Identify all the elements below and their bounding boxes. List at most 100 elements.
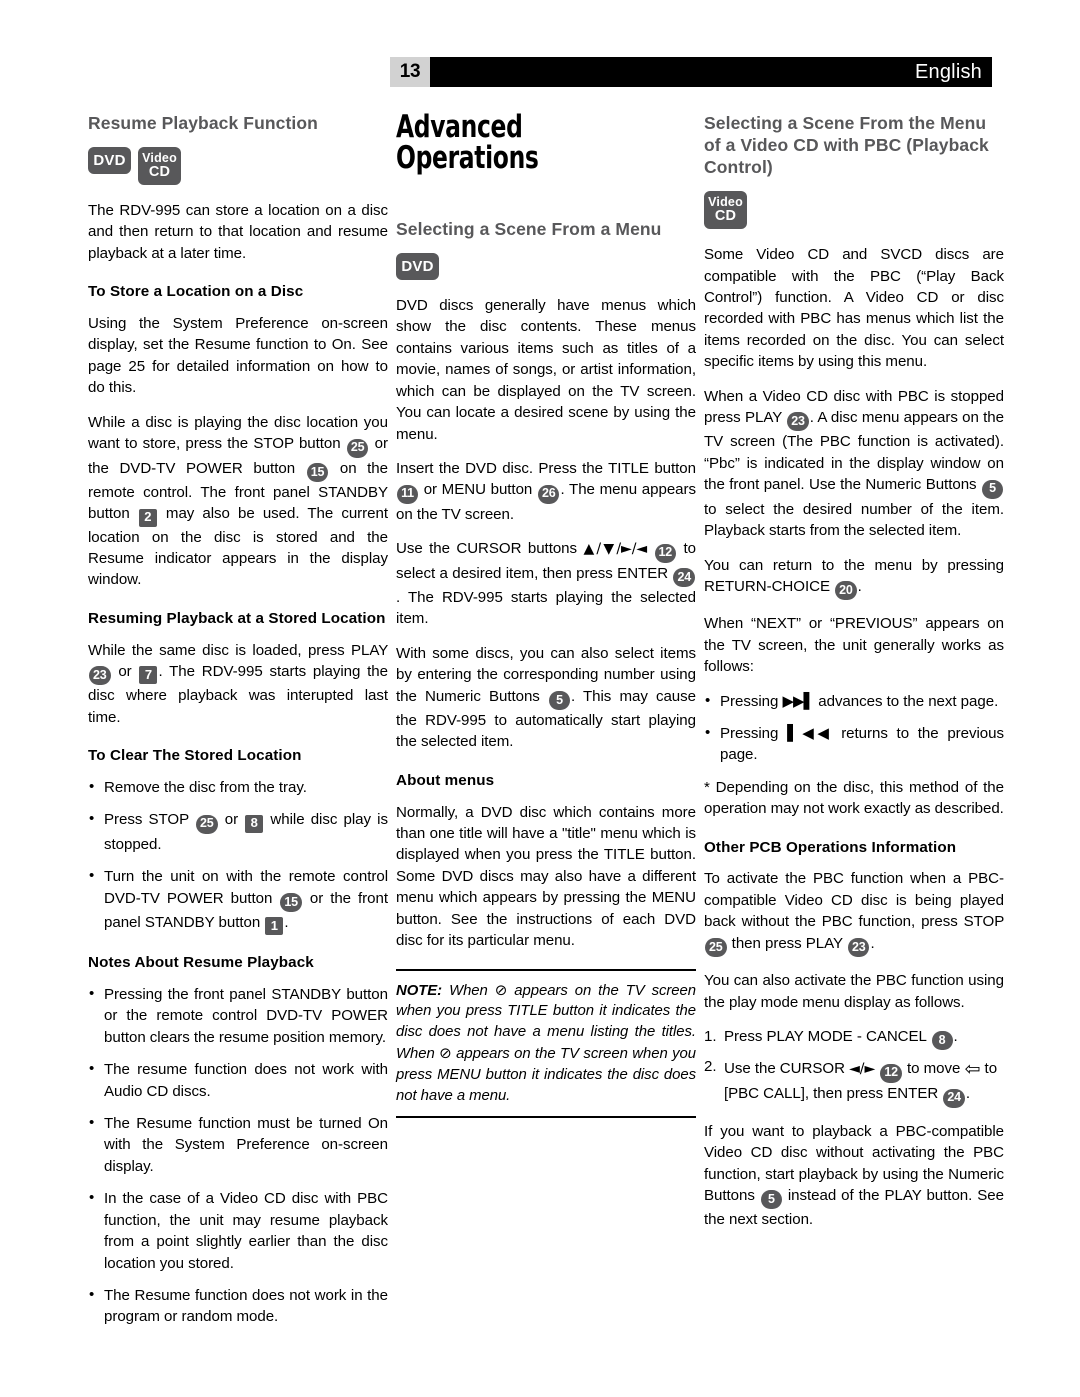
text-resume-b: or (118, 663, 132, 680)
left-column: Resume Playback Function DVD Video CD Th… (88, 112, 388, 1339)
dvd-badge-label: DVD (93, 152, 126, 170)
button-ref-enter-24: 24 (943, 1088, 965, 1108)
subheading-notes-about-resume: Notes About Resume Playback (88, 954, 314, 972)
subheading-clear-stored-location: To Clear The Stored Location (88, 747, 302, 765)
note-text-a: When (449, 982, 488, 999)
note-label: NOTE: (396, 982, 443, 999)
text-step1-b: . (953, 1027, 958, 1045)
text-clear-1-b: or (224, 811, 239, 829)
subheading-to-store-location: To Store a Location on a Disc (88, 283, 304, 301)
dvd-badge-icon: DVD (88, 147, 131, 175)
paragraph-cursor-buttons: Use the CURSOR buttons ▲/▼/►/◄ 12 to sel… (396, 538, 696, 630)
page-number: 13 (390, 57, 430, 87)
button-ref-front-play-7: 7 (139, 666, 158, 685)
subheading-resuming-playback: Resuming Playback at a Stored Location (88, 609, 386, 627)
step-number-1: 1. (704, 1027, 717, 1045)
chapter-title-advanced-operations: Advanced Operations (396, 109, 539, 176)
disc-type-badges-right: Video CD (704, 191, 1004, 230)
video-cd-badge-line2: CD (148, 163, 171, 180)
text-resume-c: . The RDV-995 starts playing the disc wh… (88, 663, 388, 726)
section-title-resume-playback: Resume Playback Function (88, 113, 318, 133)
paragraph-playback-without-pbc: If you want to playback a PBC-compatible… (704, 1121, 1004, 1231)
video-cd-badge-icon: Video CD (704, 191, 747, 230)
list-item: The resume function does not work with A… (88, 1058, 388, 1102)
button-ref-menu-26: 26 (537, 484, 560, 504)
button-ref-stop-25: 25 (705, 938, 727, 958)
text-activate-c: . (870, 934, 875, 952)
text-store-a: While a disc is playing the disc locatio… (88, 413, 388, 453)
button-ref-numeric-5: 5 (548, 691, 570, 711)
paragraph-insert-dvd: Insert the DVD disc. Press the TITLE but… (396, 458, 696, 525)
button-ref-standby-2: 2 (138, 508, 157, 527)
text-activate-a: To activate the PBC function when a PBC-… (704, 870, 1004, 931)
button-ref-cursor-12: 12 (654, 543, 677, 563)
note-text: NOTE: When ⊘ appears on the TV screen wh… (396, 980, 696, 1107)
paragraph-resuming-playback: While the same disc is loaded, press PLA… (88, 640, 388, 729)
button-ref-dvd-tv-power-15: 15 (306, 462, 329, 482)
step-number-2: 2. (704, 1058, 717, 1076)
text-store-d: may also be used. The current location o… (88, 505, 388, 589)
paragraph-dvd-menus-intro: DVD discs generally have menus which sho… (396, 297, 696, 443)
cursor-arrows-icon: ▲/▼/►/◄ (583, 541, 648, 558)
section-title-selecting-scene-menu: Selecting a Scene From a Menu (396, 219, 662, 239)
note-box: NOTE: When ⊘ appears on the TV screen wh… (396, 968, 696, 1118)
disc-type-badges-left: DVD Video CD (88, 147, 388, 186)
button-ref-dvd-tv-power-15: 15 (280, 892, 302, 912)
dvd-badge-icon: DVD (396, 253, 439, 281)
text-pbc-c: to select the desired number of the item… (704, 500, 1004, 540)
skip-backward-icon: ▌◀◀ (787, 724, 833, 743)
video-cd-badge-icon: Video CD (138, 147, 181, 186)
list-item: Remove the disc from the tray. (88, 776, 388, 798)
list-item: Turn the unit on with the remote control… (88, 865, 388, 936)
hollow-left-arrow-icon: ⇦ (964, 1058, 981, 1081)
header-black-bar: English (430, 57, 992, 87)
list-pbc-steps: 1. Press PLAY MODE - CANCEL 8. 2. Use th… (704, 1026, 1004, 1108)
text-clear-1-a: Press STOP (104, 811, 189, 829)
button-ref-numeric-5: 5 (982, 479, 1003, 499)
paragraph-store-location-1: Using the System Preference on-screen di… (88, 315, 388, 397)
text-clear-0-a: Remove the disc from the tray. (104, 778, 307, 796)
button-ref-play-23: 23 (787, 412, 809, 432)
paragraph-play-mode-menu: You can also activate the PBC function u… (704, 972, 1004, 1011)
dvd-badge-label: DVD (401, 258, 434, 276)
text-return-b: . (857, 577, 862, 595)
button-ref-title-11: 11 (397, 484, 418, 504)
button-ref-enter-24: 24 (673, 567, 695, 587)
middle-column: Advanced Operations Selecting a Scene Fr… (396, 112, 696, 1339)
list-item: Pressing the front panel STANDBY button … (88, 983, 388, 1048)
disc-type-badges-middle: DVD (396, 253, 696, 281)
button-ref-play-mode-cancel-8: 8 (931, 1031, 953, 1051)
paragraph-about-menus: Normally, a DVD disc which contains more… (396, 803, 696, 950)
paragraph-footnote-disclaimer: * Depending on the disc, this method of … (704, 778, 1004, 818)
text-insert-a: Insert the DVD disc. Press the TITLE but… (396, 460, 696, 477)
button-ref-cursor-12: 12 (880, 1063, 902, 1083)
list-item: In the case of a Video CD disc with PBC … (88, 1187, 388, 1274)
list-item: Pressing ▌◀◀ returns to the previous pag… (704, 722, 1004, 766)
text-clear-2-c: . (284, 913, 289, 931)
list-item: The Resume function does not work in the… (88, 1284, 388, 1328)
text-next-a: Pressing (720, 692, 779, 710)
page-header: 13 English (390, 57, 992, 87)
button-ref-play-23: 23 (847, 938, 870, 958)
no-entry-icon: ⊘ (439, 1044, 452, 1063)
list-item: Pressing ▶▶▌ advances to the next page. (704, 690, 1004, 712)
paragraph-pbc-intro: Some Video CD and SVCD discs are compati… (704, 246, 1004, 371)
section-title-video-cd-pbc: Selecting a Scene From the Menu of a Vid… (704, 113, 989, 178)
header-language-label: English (915, 60, 982, 83)
list-clear-stored-location: Remove the disc from the tray. Press STO… (88, 776, 388, 936)
text-step2-a: Use the CURSOR (724, 1060, 845, 1078)
button-ref-standby-1: 1 (265, 917, 284, 936)
right-column: Selecting a Scene From the Menu of a Vid… (704, 112, 1004, 1339)
paragraph-return-choice: You can return to the menu by pressing R… (704, 555, 1004, 601)
button-ref-front-stop-8: 8 (245, 814, 264, 833)
text-resume-a: While the same disc is loaded, press PLA… (88, 641, 388, 659)
cursor-left-right-icon: ◄/► (849, 1061, 876, 1078)
button-ref-stop-25: 25 (196, 814, 218, 834)
video-cd-badge-line2: CD (714, 207, 737, 224)
text-step1-a: Press PLAY MODE - CANCEL (724, 1027, 927, 1045)
list-item: 2. Use the CURSOR ◄/► 12 to move ⇦ to [P… (704, 1056, 1004, 1108)
paragraph-resume-intro: The RDV-995 can store a location on a di… (88, 202, 388, 262)
no-entry-icon: ⊘ (494, 980, 508, 999)
text-cursor-a: Use the CURSOR buttons (396, 540, 578, 558)
paragraph-pbc-stopped: When a Video CD disc with PBC is stopped… (704, 386, 1004, 542)
